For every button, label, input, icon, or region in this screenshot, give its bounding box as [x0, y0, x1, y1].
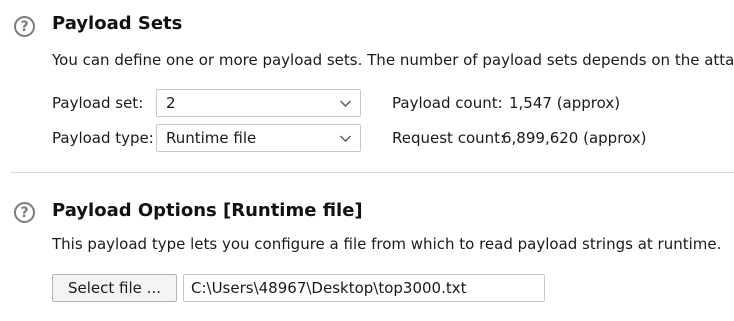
payload-options-section: ? Payload Options [Runtime file] This pa… — [0, 180, 734, 321]
chevron-down-icon — [340, 100, 351, 107]
payload-options-description: This payload type lets you configure a f… — [52, 235, 722, 253]
section-divider — [10, 172, 734, 173]
help-icon[interactable]: ? — [14, 16, 35, 37]
help-icon[interactable]: ? — [14, 202, 35, 223]
request-count-value: 6,899,620 (approx) — [502, 129, 647, 147]
payload-type-select[interactable]: Runtime file — [156, 124, 361, 152]
payload-set-label: Payload set: — [52, 94, 144, 112]
section-title-payload-sets: Payload Sets — [52, 13, 183, 34]
payload-type-label: Payload type: — [52, 129, 154, 147]
file-path-field[interactable]: C:\Users\48967\Desktop\top3000.txt — [183, 274, 545, 302]
payload-sets-section: ? Payload Sets You can define one or mor… — [0, 0, 734, 170]
payload-sets-description: You can define one or more payload sets.… — [52, 51, 734, 69]
payload-count-label: Payload count: — [392, 94, 503, 112]
request-count-label: Request count: — [392, 129, 506, 147]
payload-set-value: 2 — [166, 94, 176, 112]
file-path-value: C:\Users\48967\Desktop\top3000.txt — [191, 279, 467, 297]
section-title-payload-options: Payload Options [Runtime file] — [52, 200, 363, 221]
payload-set-select[interactable]: 2 — [156, 89, 361, 117]
payload-count-value: 1,547 (approx) — [509, 94, 621, 112]
select-file-button[interactable]: Select file ... — [52, 274, 177, 302]
payload-type-value: Runtime file — [166, 129, 257, 147]
chevron-down-icon — [340, 135, 351, 142]
